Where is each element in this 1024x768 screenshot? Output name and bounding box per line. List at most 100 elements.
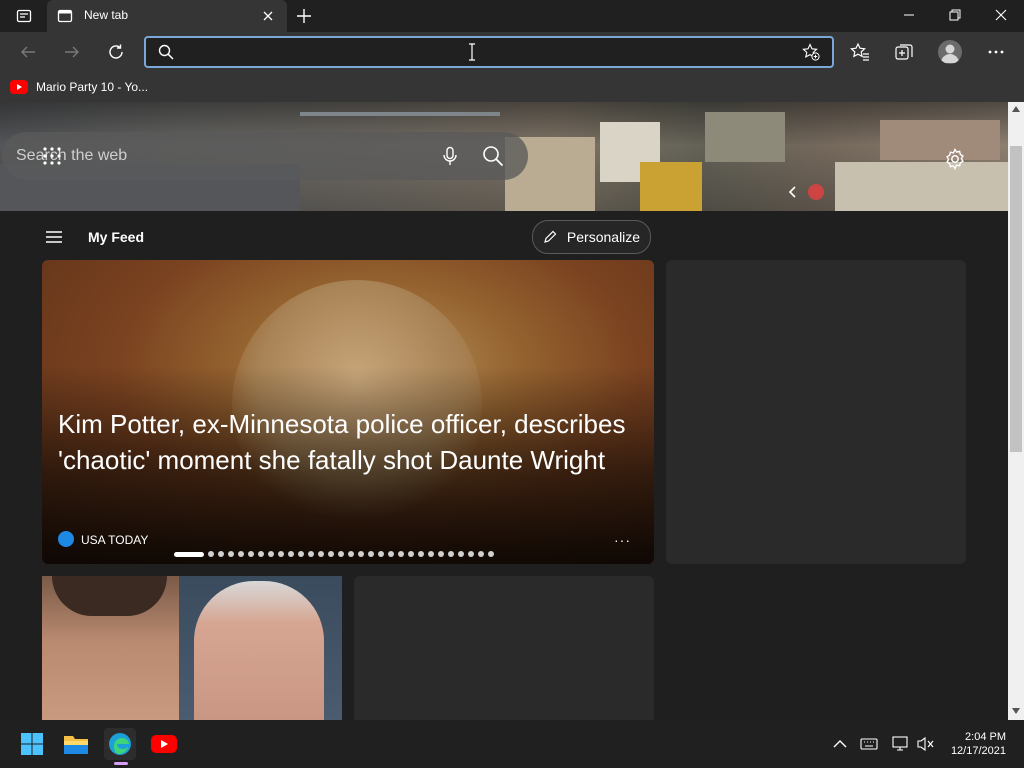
page-scrollbar[interactable]	[1008, 102, 1024, 720]
refresh-button[interactable]	[102, 38, 130, 66]
hero-building	[640, 162, 702, 211]
apps-grid-icon[interactable]	[42, 146, 62, 166]
profile-avatar[interactable]	[938, 40, 962, 64]
carousel-dot[interactable]	[488, 551, 494, 557]
restore-button[interactable]	[943, 4, 967, 26]
new-tab-page: Search the web My Feed Personalize Kim P…	[0, 102, 1008, 720]
tab-actions-button[interactable]	[8, 0, 40, 32]
forward-button[interactable]	[58, 38, 86, 66]
web-search-icon[interactable]	[482, 145, 504, 167]
tab-close-icon[interactable]	[260, 8, 276, 24]
youtube-app-button[interactable]	[148, 728, 180, 760]
collections-button[interactable]	[890, 38, 918, 66]
address-bar[interactable]	[144, 36, 834, 68]
hair-shape	[52, 576, 167, 616]
back-button[interactable]	[14, 38, 42, 66]
favorite-item-mario-party[interactable]: Mario Party 10 - Yo...	[10, 78, 148, 96]
main-story-card[interactable]: Kim Potter, ex-Minnesota police officer,…	[42, 260, 654, 564]
hero-building	[705, 112, 785, 162]
file-explorer-icon	[64, 736, 88, 754]
story-image-left-face	[42, 576, 179, 720]
more-horizontal-icon	[988, 50, 1004, 54]
carousel-dot[interactable]	[388, 551, 394, 557]
carousel-dot[interactable]	[288, 551, 294, 557]
carousel-dot[interactable]	[268, 551, 274, 557]
network-icon[interactable]	[892, 735, 910, 753]
carousel-dot[interactable]	[208, 551, 214, 557]
chevron-up-icon[interactable]	[832, 736, 848, 752]
personalize-button[interactable]: Personalize	[532, 220, 651, 254]
edge-button[interactable]	[104, 728, 136, 765]
title-bar: New tab	[0, 0, 1024, 32]
edge-icon	[109, 733, 131, 755]
hero-building	[880, 120, 1000, 160]
carousel-dot[interactable]	[318, 551, 324, 557]
close-icon	[995, 9, 1007, 21]
text-cursor-icon	[468, 43, 476, 61]
scroll-up-icon[interactable]	[1012, 106, 1020, 112]
toolbar	[0, 32, 1024, 72]
carousel-dot[interactable]	[238, 551, 244, 557]
carousel-dot[interactable]	[478, 551, 484, 557]
carousel-dot[interactable]	[458, 551, 464, 557]
tab-new-tab[interactable]: New tab	[47, 0, 287, 32]
web-search-box[interactable]: Search the web	[2, 132, 528, 180]
minimize-button[interactable]	[897, 4, 921, 26]
carousel-dot[interactable]	[368, 551, 374, 557]
tab-title: New tab	[84, 8, 129, 22]
carousel-dot[interactable]	[218, 551, 224, 557]
carousel-dot[interactable]	[398, 551, 404, 557]
carousel-dot[interactable]	[378, 551, 384, 557]
carousel-dot[interactable]	[278, 551, 284, 557]
story-image-right-face	[179, 576, 342, 720]
carousel-dot[interactable]	[248, 551, 254, 557]
carousel-dot[interactable]	[358, 551, 364, 557]
carousel-dot[interactable]	[228, 551, 234, 557]
carousel-dot[interactable]	[308, 551, 314, 557]
address-input[interactable]	[182, 41, 786, 65]
file-explorer-button[interactable]	[60, 728, 92, 760]
arrow-left-icon	[21, 46, 35, 58]
pencil-icon	[544, 230, 557, 243]
story-headline[interactable]: Kim Potter, ex-Minnesota police officer,…	[58, 406, 638, 478]
carousel-dot[interactable]	[408, 551, 414, 557]
scrollbar-thumb[interactable]	[1010, 146, 1022, 452]
carousel-indicators[interactable]	[174, 551, 494, 557]
new-tab-button[interactable]	[294, 6, 314, 26]
carousel-dot[interactable]	[258, 551, 264, 557]
carousel-dot[interactable]	[448, 551, 454, 557]
favorite-item-label: Mario Party 10 - Yo...	[36, 80, 149, 94]
story-card-image[interactable]	[42, 576, 342, 720]
active-indicator	[114, 762, 128, 765]
favorites-button[interactable]	[846, 38, 874, 66]
scroll-down-icon[interactable]	[1012, 708, 1020, 714]
carousel-dot[interactable]	[418, 551, 424, 557]
taskbar-clock[interactable]: 2:04 PM 12/17/2021	[944, 730, 1006, 758]
chevron-left-icon[interactable]	[786, 184, 800, 200]
keyboard-icon[interactable]	[860, 736, 878, 752]
feed-title[interactable]: My Feed	[88, 229, 144, 245]
hamburger-menu-icon[interactable]	[44, 227, 64, 247]
settings-more-button[interactable]	[982, 38, 1010, 66]
page-settings-gear-icon[interactable]	[944, 148, 966, 170]
start-button[interactable]	[16, 728, 48, 760]
carousel-dot[interactable]	[328, 551, 334, 557]
image-info-icon[interactable]	[808, 184, 824, 200]
taskbar: 2:04 PM 12/17/2021	[0, 720, 1024, 768]
tab-actions-icon	[16, 9, 32, 23]
carousel-dot[interactable]	[338, 551, 344, 557]
story-source: USA TODAY	[81, 533, 149, 547]
carousel-dot[interactable]	[174, 551, 204, 557]
new-tab-icon	[57, 8, 73, 24]
carousel-dot[interactable]	[428, 551, 434, 557]
microphone-icon[interactable]	[440, 146, 460, 166]
carousel-dot[interactable]	[438, 551, 444, 557]
story-more-button[interactable]: ···	[614, 532, 631, 548]
add-favorite-icon[interactable]	[802, 43, 820, 61]
carousel-dot[interactable]	[468, 551, 474, 557]
feed-header: My Feed Personalize	[0, 211, 1008, 265]
volume-muted-icon[interactable]	[916, 735, 936, 753]
carousel-dot[interactable]	[298, 551, 304, 557]
close-window-button[interactable]	[989, 4, 1013, 26]
carousel-dot[interactable]	[348, 551, 354, 557]
